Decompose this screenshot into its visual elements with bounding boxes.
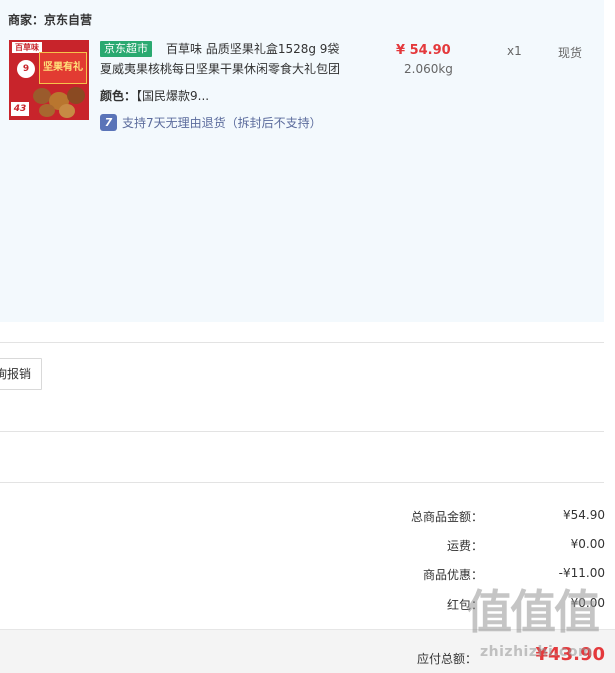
summary-value: ¥0.00 — [570, 537, 605, 551]
nut-image — [67, 87, 85, 104]
total-footer: 应付总额： ¥43.90 — [0, 629, 615, 673]
summary-row-discount: 商品优惠： -¥11.00 — [0, 566, 615, 584]
summary-key: 商品优惠： — [422, 568, 483, 582]
summary-value: ¥54.90 — [563, 508, 605, 522]
thumbnail-price-badge: 43 — [11, 102, 29, 116]
return-policy-text: 支持7天无理由退货（拆封后不支持） — [122, 116, 322, 130]
summary-value: ¥0.00 — [570, 596, 605, 610]
product-title-line1[interactable]: 百草味 品质坚果礼盒1528g 9袋 — [166, 41, 339, 57]
product-price: ¥ 54.90 — [396, 43, 451, 58]
summary-key: 运费： — [446, 539, 483, 553]
summary-key: 总商品金额： — [410, 510, 483, 524]
product-quantity: x1 — [507, 44, 522, 58]
product-thumbnail[interactable]: 百草味 坚果有礼 9 43 — [9, 40, 89, 120]
nut-image — [59, 104, 75, 118]
thumbnail-brand: 百草味 — [12, 42, 42, 53]
color-value: 【国民爆款9... — [136, 89, 210, 103]
total-amount: ¥43.90 — [535, 644, 605, 665]
divider — [0, 431, 604, 432]
invoice-button[interactable]: 询报销 — [0, 358, 42, 390]
order-item-panel: 商家：京东自营 百草味 坚果有礼 9 43 京东超市 百草味 品质坚果礼盒152… — [0, 0, 604, 322]
seller-label: 商家：京东自营 — [8, 13, 93, 27]
stock-status: 现货 — [558, 46, 583, 60]
nut-image — [39, 104, 55, 117]
summary-row-total-goods: 总商品金额： ¥54.90 — [0, 508, 615, 526]
product-title-line2[interactable]: 夏威夷果核桃每日坚果干果休闲零食大礼包团 — [100, 61, 340, 77]
product-color: 颜色：【国民爆款9... — [100, 88, 209, 104]
thumbnail-box-text: 坚果有礼 — [39, 52, 87, 84]
color-label: 颜色： — [100, 89, 137, 103]
seven-day-return-icon: 7 — [100, 114, 117, 131]
summary-value: -¥11.00 — [558, 566, 605, 580]
thumbnail-nine-badge: 9 — [17, 60, 35, 78]
summary-row-red-packet: 红包： ¥0.00 — [0, 596, 615, 614]
return-policy: 7 支持7天无理由退货（拆封后不支持） — [100, 114, 322, 132]
summary-row-shipping: 运费： ¥0.00 — [0, 537, 615, 555]
total-label: 应付总额： — [416, 652, 477, 666]
summary-key: 红包： — [446, 598, 483, 612]
divider — [0, 342, 604, 343]
jd-supermarket-tag: 京东超市 — [100, 41, 152, 57]
product-weight: 2.060kg — [404, 62, 453, 76]
divider — [0, 482, 604, 483]
